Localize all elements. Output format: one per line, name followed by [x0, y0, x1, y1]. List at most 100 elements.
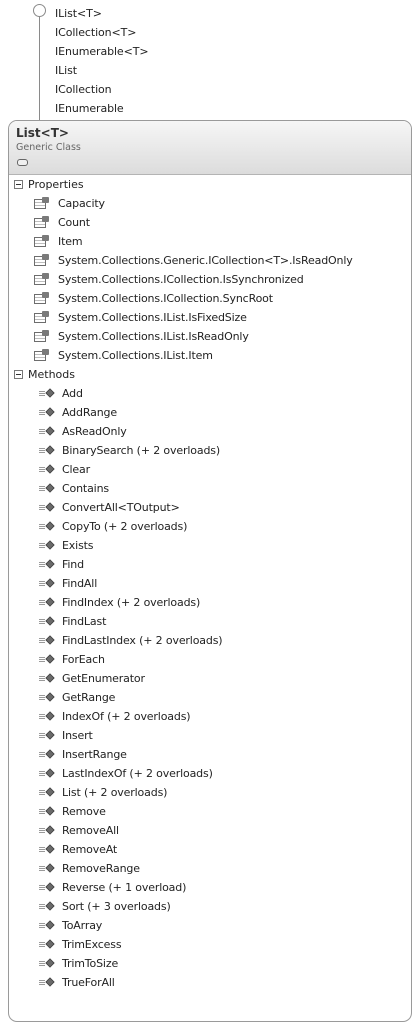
method-icon	[39, 654, 56, 665]
member-row[interactable]: Contains	[9, 479, 411, 498]
interface-item[interactable]: ICollection<T>	[55, 23, 148, 42]
member-row[interactable]: IndexOf (+ 2 overloads)	[9, 707, 411, 726]
member-row[interactable]: Clear	[9, 460, 411, 479]
member-row[interactable]: System.Collections.IList.Item	[9, 346, 411, 365]
property-icon	[33, 349, 50, 362]
member-label: Insert	[62, 729, 93, 742]
member-row[interactable]: System.Collections.Generic.ICollection<T…	[9, 251, 411, 270]
method-icon	[39, 426, 56, 437]
method-icon	[39, 407, 56, 418]
member-row[interactable]: System.Collections.ICollection.SyncRoot	[9, 289, 411, 308]
member-row[interactable]: FindIndex (+ 2 overloads)	[9, 593, 411, 612]
member-row[interactable]: FindLast	[9, 612, 411, 631]
collapse-toggle-icon[interactable]	[17, 159, 28, 167]
member-row[interactable]: RemoveRange	[9, 859, 411, 878]
member-label: List (+ 2 overloads)	[62, 786, 168, 799]
method-icon	[39, 920, 56, 931]
member-row[interactable]: Item	[9, 232, 411, 251]
member-row[interactable]: System.Collections.IList.IsFixedSize	[9, 308, 411, 327]
member-row[interactable]: CopyTo (+ 2 overloads)	[9, 517, 411, 536]
interface-item[interactable]: IEnumerable	[55, 99, 148, 118]
member-label: Sort (+ 3 overloads)	[62, 900, 171, 913]
member-label: LastIndexOf (+ 2 overloads)	[62, 767, 213, 780]
member-row[interactable]: Find	[9, 555, 411, 574]
method-icon	[39, 958, 56, 969]
method-icon	[39, 616, 56, 627]
member-row[interactable]: BinarySearch (+ 2 overloads)	[9, 441, 411, 460]
member-row[interactable]: RemoveAt	[9, 840, 411, 859]
member-row[interactable]: Reverse (+ 1 overload)	[9, 878, 411, 897]
methods-section-header[interactable]: Methods	[9, 365, 411, 384]
method-icon	[39, 445, 56, 456]
method-icon	[39, 730, 56, 741]
class-header[interactable]: List<T> Generic Class	[9, 121, 411, 175]
member-label: Item	[58, 235, 83, 248]
member-row[interactable]: Remove	[9, 802, 411, 821]
interface-list: IList<T> ICollection<T> IEnumerable<T> I…	[55, 4, 149, 118]
method-icon	[39, 825, 56, 836]
member-row[interactable]: FindLastIndex (+ 2 overloads)	[9, 631, 411, 650]
method-icon	[39, 388, 56, 399]
interface-item[interactable]: ICollection	[55, 80, 148, 99]
member-row[interactable]: System.Collections.IList.IsReadOnly	[9, 327, 411, 346]
class-shape[interactable]: List<T> Generic Class Properties Capacit…	[8, 120, 412, 1022]
member-label: Exists	[62, 539, 94, 552]
member-row[interactable]: TrimExcess	[9, 935, 411, 954]
member-row[interactable]: RemoveAll	[9, 821, 411, 840]
member-label: AddRange	[62, 406, 117, 419]
member-label: GetRange	[62, 691, 116, 704]
property-icon	[33, 273, 50, 286]
method-icon	[39, 806, 56, 817]
member-row[interactable]: ToArray	[9, 916, 411, 935]
method-icon	[39, 901, 56, 912]
minus-expander-icon[interactable]	[14, 370, 23, 379]
member-row[interactable]: Exists	[9, 536, 411, 555]
interface-item[interactable]: IList	[55, 61, 148, 80]
member-row[interactable]: InsertRange	[9, 745, 411, 764]
member-row[interactable]: ConvertAll<TOutput>	[9, 498, 411, 517]
lollipop-connector	[39, 16, 40, 120]
minus-expander-icon[interactable]	[14, 180, 23, 189]
member-row[interactable]: FindAll	[9, 574, 411, 593]
class-title: List<T>	[16, 126, 69, 140]
method-icon	[39, 540, 56, 551]
properties-section-header[interactable]: Properties	[9, 175, 411, 194]
member-label: FindAll	[62, 577, 98, 590]
member-label: InsertRange	[62, 748, 127, 761]
member-row[interactable]: System.Collections.ICollection.IsSynchro…	[9, 270, 411, 289]
member-row[interactable]: GetEnumerator	[9, 669, 411, 688]
method-icon	[39, 464, 56, 475]
member-row[interactable]: Count	[9, 213, 411, 232]
member-row[interactable]: AddRange	[9, 403, 411, 422]
member-label: CopyTo (+ 2 overloads)	[62, 520, 188, 533]
member-label: System.Collections.IList.IsFixedSize	[58, 311, 247, 324]
method-icon	[39, 559, 56, 570]
member-row[interactable]: Sort (+ 3 overloads)	[9, 897, 411, 916]
member-label: BinarySearch (+ 2 overloads)	[62, 444, 220, 457]
method-icon	[39, 749, 56, 760]
member-label: FindIndex (+ 2 overloads)	[62, 596, 201, 609]
method-icon	[39, 502, 56, 513]
member-label: TrimToSize	[62, 957, 119, 970]
member-row[interactable]: GetRange	[9, 688, 411, 707]
member-row[interactable]: LastIndexOf (+ 2 overloads)	[9, 764, 411, 783]
method-icon	[39, 578, 56, 589]
member-row[interactable]: List (+ 2 overloads)	[9, 783, 411, 802]
interface-item[interactable]: IEnumerable<T>	[55, 42, 149, 61]
member-row[interactable]: TrueForAll	[9, 973, 411, 992]
member-row[interactable]: TrimToSize	[9, 954, 411, 973]
member-row[interactable]: Capacity	[9, 194, 411, 213]
method-icon	[39, 768, 56, 779]
member-row[interactable]: ForEach	[9, 650, 411, 669]
property-icon	[33, 197, 50, 210]
property-icon	[33, 254, 50, 267]
interface-item[interactable]: IList<T>	[55, 4, 148, 23]
member-row[interactable]: Add	[9, 384, 411, 403]
member-row[interactable]: AsReadOnly	[9, 422, 411, 441]
member-row[interactable]: Insert	[9, 726, 411, 745]
member-label: ForEach	[62, 653, 105, 666]
member-label: Clear	[62, 463, 91, 476]
member-label: Remove	[62, 805, 106, 818]
method-icon	[39, 483, 56, 494]
property-icon	[33, 235, 50, 248]
